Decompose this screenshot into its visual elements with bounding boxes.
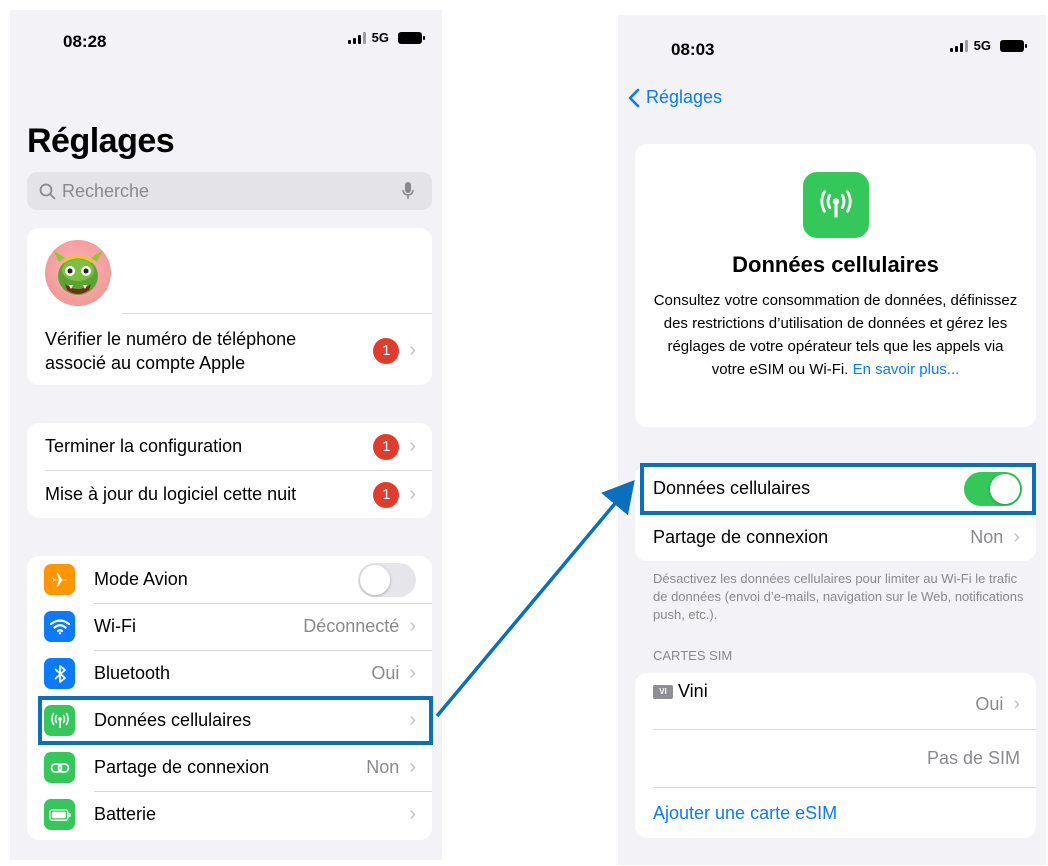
annotation-arrow [435, 479, 635, 718]
